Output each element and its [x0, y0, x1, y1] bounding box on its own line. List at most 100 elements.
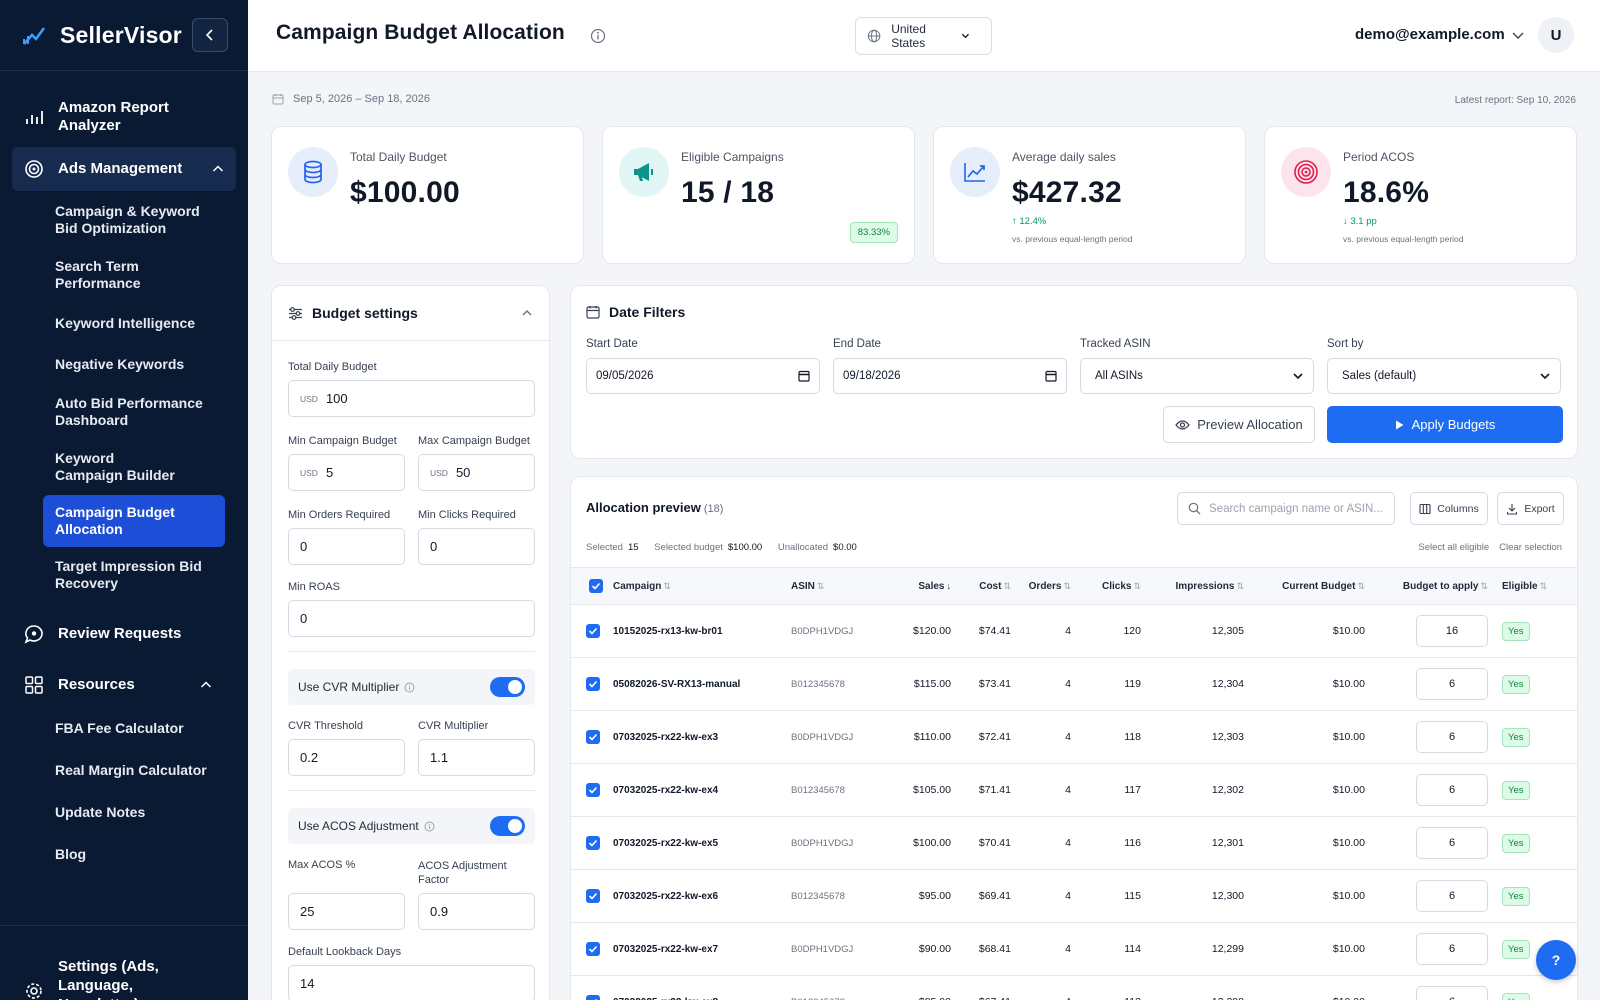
row-checkbox[interactable] — [571, 657, 609, 711]
select-all-eligible-link[interactable]: Select all eligible — [1418, 542, 1489, 553]
max-acos-input[interactable]: 25 — [288, 893, 405, 930]
avatar[interactable]: U — [1538, 17, 1574, 53]
lookback-label: Default Lookback Days — [288, 946, 402, 958]
cvr-multiplier-toggle[interactable] — [490, 677, 525, 697]
select-all-checkbox[interactable] — [571, 567, 609, 605]
min-campaign-budget-input[interactable]: USD 5 — [288, 454, 405, 491]
row-checkbox[interactable] — [571, 604, 609, 658]
cell-eligible: Yes — [1492, 710, 1577, 764]
sidebar-subitem-bid-optimization[interactable]: Campaign & Keyword Bid Optimization — [0, 203, 210, 237]
sidebar-item-ads-management[interactable]: Ads Management — [12, 147, 236, 191]
country-select[interactable]: United States — [855, 17, 992, 55]
sidebar-subitem-update-notes[interactable]: Update Notes — [0, 804, 210, 821]
row-checkbox[interactable] — [571, 869, 609, 923]
search-input[interactable]: Search campaign name or ASIN... — [1177, 492, 1395, 525]
cell-current-budget: $10.00 — [1248, 816, 1369, 870]
account-email[interactable]: demo@example.com — [1355, 26, 1505, 43]
sidebar-subitem-auto-bid[interactable]: Auto Bid Performance Dashboard — [0, 395, 210, 429]
sidebar-subitem-impression-recovery[interactable]: Target Impression Bid Recovery — [0, 558, 210, 592]
sidebar-subitem-search-term[interactable]: Search Term Performance — [0, 258, 150, 292]
cell-campaign: 05082026-SV-RX13-manual — [609, 657, 787, 711]
budget-to-apply-input[interactable]: 16 — [1416, 615, 1488, 647]
table-row[interactable]: 07032025-rx22-kw-ex8B012345678$85.00$67.… — [571, 975, 1577, 1000]
kpi-average-daily-sales: Average daily sales $427.32 ↑ 12.4% vs. … — [933, 126, 1246, 264]
chevron-down-icon[interactable] — [1511, 28, 1525, 42]
sidebar-subitem-keyword-intelligence[interactable]: Keyword Intelligence — [0, 315, 210, 332]
help-button[interactable]: ? — [1536, 940, 1576, 980]
apply-budgets-button[interactable]: Apply Budgets — [1327, 406, 1563, 443]
tracked-asin-select[interactable]: All ASINs — [1080, 358, 1314, 394]
sidebar-subitem-blog[interactable]: Blog — [0, 846, 210, 863]
row-checkbox[interactable] — [571, 816, 609, 870]
cvr-threshold-input[interactable]: 0.2 — [288, 739, 405, 776]
col-clicks[interactable]: Clicks ⇅ — [1075, 567, 1145, 605]
table-row[interactable]: 10152025-rx13-kw-br01 B0DPH1VDGJ $120.00 $7… — [571, 604, 1577, 658]
table-row[interactable]: 07032025-rx22-kw-ex7 B0DPH1VDGJ $90.00 $68.… — [571, 922, 1577, 976]
acos-adjustment-toggle[interactable] — [490, 816, 525, 836]
min-orders-input[interactable]: 0 — [288, 528, 405, 565]
budget-to-apply-input[interactable]: 6 — [1416, 774, 1488, 806]
sidebar-item-review-requests[interactable]: Review Requests — [0, 623, 248, 645]
info-icon[interactable] — [404, 682, 415, 693]
selected-label: Selected — [586, 542, 623, 553]
columns-button[interactable]: Columns — [1410, 492, 1488, 525]
row-checkbox[interactable] — [571, 922, 609, 976]
preview-allocation-button[interactable]: Preview Allocation — [1163, 406, 1315, 443]
col-eligible[interactable]: Eligible ⇅ — [1492, 567, 1577, 605]
start-date-label: Start Date — [586, 338, 638, 350]
col-asin[interactable]: ASIN ⇅ — [787, 567, 877, 605]
budget-to-apply-input[interactable]: 6 — [1416, 880, 1488, 912]
kpi-value: $427.32 — [1012, 176, 1122, 209]
collapse-sidebar-button[interactable] — [192, 18, 228, 52]
min-roas-input[interactable]: 0 — [288, 600, 535, 637]
cvr-multiplier-input[interactable]: 1.1 — [418, 739, 535, 776]
col-cost[interactable]: Cost ⇅ — [955, 567, 1015, 605]
col-campaign[interactable]: Campaign ⇅ — [609, 567, 787, 605]
megaphone-icon — [634, 163, 653, 181]
col-impressions[interactable]: Impressions ⇅ — [1145, 567, 1248, 605]
row-checkbox[interactable] — [571, 975, 609, 1000]
clear-selection-link[interactable]: Clear selection — [1499, 542, 1562, 553]
col-current-budget[interactable]: Current Budget ⇅ — [1248, 567, 1369, 605]
sidebar-subitem-fba-fee[interactable]: FBA Fee Calculator — [0, 720, 210, 737]
row-checkbox[interactable] — [571, 710, 609, 764]
export-button[interactable]: Export — [1497, 492, 1564, 525]
budget-settings-panel: Budget settings Total Daily Budget USD 10… — [271, 285, 550, 1000]
budget-to-apply-input[interactable]: 6 — [1416, 721, 1488, 753]
row-checkbox[interactable] — [571, 763, 609, 817]
total-budget-input[interactable]: USD 100 — [288, 380, 535, 417]
sidebar-item-settings[interactable]: Settings (Ads, Language, Newsletter) — [0, 925, 248, 1000]
sidebar-item-report-analyzer[interactable]: Amazon Report Analyzer — [0, 99, 248, 135]
sort-by-select[interactable]: Sales (default) — [1327, 358, 1561, 394]
table-row[interactable]: 05082026-SV-RX13-manual B012345678 $115.00… — [571, 657, 1577, 711]
selection-stats: Selected 15 Selected budget $100.00 Unallo… — [586, 542, 870, 553]
info-icon[interactable] — [590, 28, 606, 44]
bar-chart-icon — [26, 111, 43, 124]
acos-factor-input[interactable]: 0.9 — [418, 893, 535, 930]
sidebar-subitem-negative-keywords[interactable]: Negative Keywords — [0, 356, 210, 373]
table-row[interactable]: 07032025-rx22-kw-ex5 B0DPH1VDGJ $100.00 $70… — [571, 816, 1577, 870]
start-date-input[interactable]: 09/05/2026 — [586, 358, 820, 394]
cvr-multiplier-label: Use CVR Multiplier — [298, 680, 400, 694]
min-clicks-input[interactable]: 0 — [418, 528, 535, 565]
sidebar-subitem-real-margin[interactable]: Real Margin Calculator — [0, 762, 210, 779]
col-orders[interactable]: Orders ⇅ — [1015, 567, 1075, 605]
cell-sales: $95.00 — [877, 869, 955, 923]
sidebar-subitem-keyword-builder[interactable]: Keyword Campaign Builder — [0, 450, 180, 484]
budget-to-apply-input[interactable]: 6 — [1416, 668, 1488, 700]
sidebar-subitem-budget-allocation[interactable]: Campaign Budget Allocation — [43, 495, 225, 547]
col-budget-to-apply[interactable]: Budget to apply ⇅ — [1369, 567, 1492, 605]
col-sales[interactable]: Sales ↓ — [877, 567, 955, 605]
table-row[interactable]: 07032025-rx22-kw-ex3 B0DPH1VDGJ $110.00 $72… — [571, 710, 1577, 764]
max-campaign-budget-input[interactable]: USD 50 — [418, 454, 535, 491]
table-row[interactable]: 07032025-rx22-kw-ex6 B012345678 $95.00 $69.… — [571, 869, 1577, 923]
budget-to-apply-input[interactable]: 6 — [1416, 933, 1488, 965]
info-icon[interactable] — [424, 821, 435, 832]
budget-to-apply-input[interactable]: 6 — [1416, 827, 1488, 859]
sidebar-item-resources[interactable]: Resources — [0, 674, 248, 696]
budget-to-apply-input[interactable]: 6 — [1416, 986, 1488, 1000]
budget-settings-header[interactable]: Budget settings — [272, 286, 549, 341]
lookback-input[interactable]: 14 — [288, 965, 535, 1000]
table-row[interactable]: 07032025-rx22-kw-ex4 B012345678 $105.00 $71… — [571, 763, 1577, 817]
end-date-input[interactable]: 09/18/2026 — [833, 358, 1067, 394]
